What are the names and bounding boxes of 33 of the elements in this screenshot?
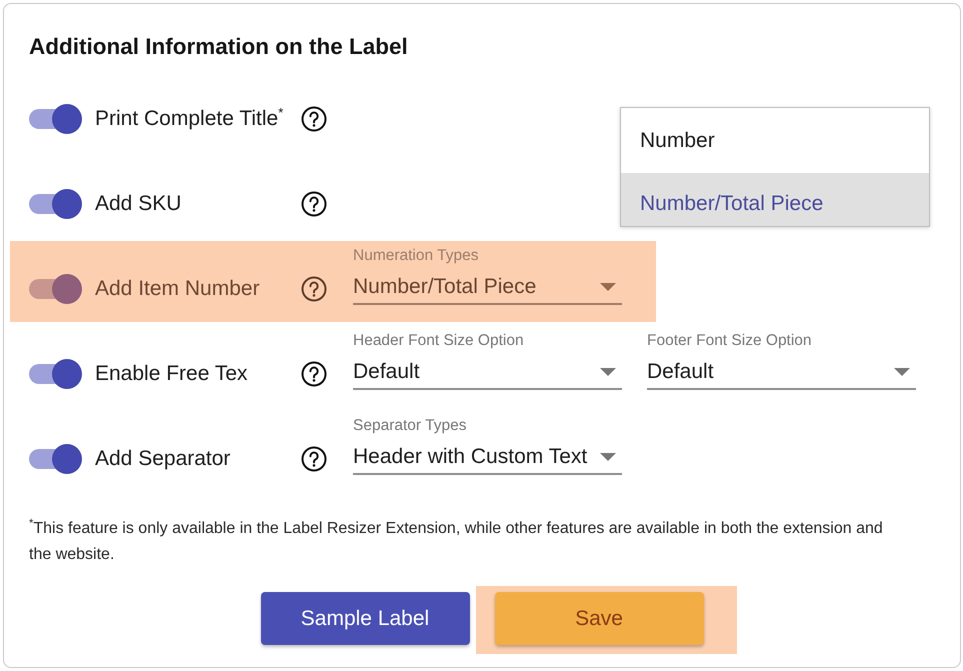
footnote-text: $^{*}$This feature is only available in the Label Resizer Extension, while other features are available in both the extension and the website. xyxy=(29,516,884,565)
dropdown-field[interactable]: Default xyxy=(647,356,916,390)
menu-item[interactable]: Number/Total Piece xyxy=(621,173,929,226)
toggle-switch[interactable] xyxy=(29,188,82,220)
option-label: Enable Free Tex xyxy=(95,362,249,386)
dropdown-field[interactable]: Header with Custom Text xyxy=(353,441,622,475)
sample-label-button[interactable]: Sample Label xyxy=(260,592,470,645)
toggle-switch[interactable] xyxy=(29,358,82,390)
option-label: Add Item Number xyxy=(95,277,261,301)
toggle-switch[interactable] xyxy=(29,443,82,475)
field-label: Separator Types xyxy=(353,417,466,435)
dropdown-field[interactable]: Number/Total Piece xyxy=(353,271,622,305)
help-icon[interactable] xyxy=(301,446,327,472)
option-label: Print Complete Title$^{*}$ xyxy=(95,107,284,131)
caret-icon xyxy=(894,368,910,376)
caret-icon xyxy=(600,368,616,376)
toggle-switch[interactable] xyxy=(29,273,82,305)
field-label: Numeration Types xyxy=(353,247,478,265)
toggle-switch[interactable] xyxy=(29,103,82,135)
help-icon[interactable] xyxy=(301,106,327,132)
help-icon[interactable] xyxy=(301,361,327,387)
field-label: Header Font Size Option xyxy=(353,332,524,350)
caret-icon xyxy=(600,283,616,291)
panel-title: Additional Information on the Label xyxy=(29,33,409,61)
option-label: Add SKU xyxy=(95,192,182,216)
menu-item[interactable]: Number xyxy=(621,108,929,173)
option-label: Add Separator xyxy=(95,447,232,471)
help-icon[interactable] xyxy=(301,276,327,302)
help-icon[interactable] xyxy=(301,191,327,217)
field-label: Footer Font Size Option xyxy=(647,332,812,350)
save-button[interactable]: Save xyxy=(494,592,704,645)
dropdown-field[interactable]: Default xyxy=(353,356,622,390)
caret-icon xyxy=(600,453,616,461)
